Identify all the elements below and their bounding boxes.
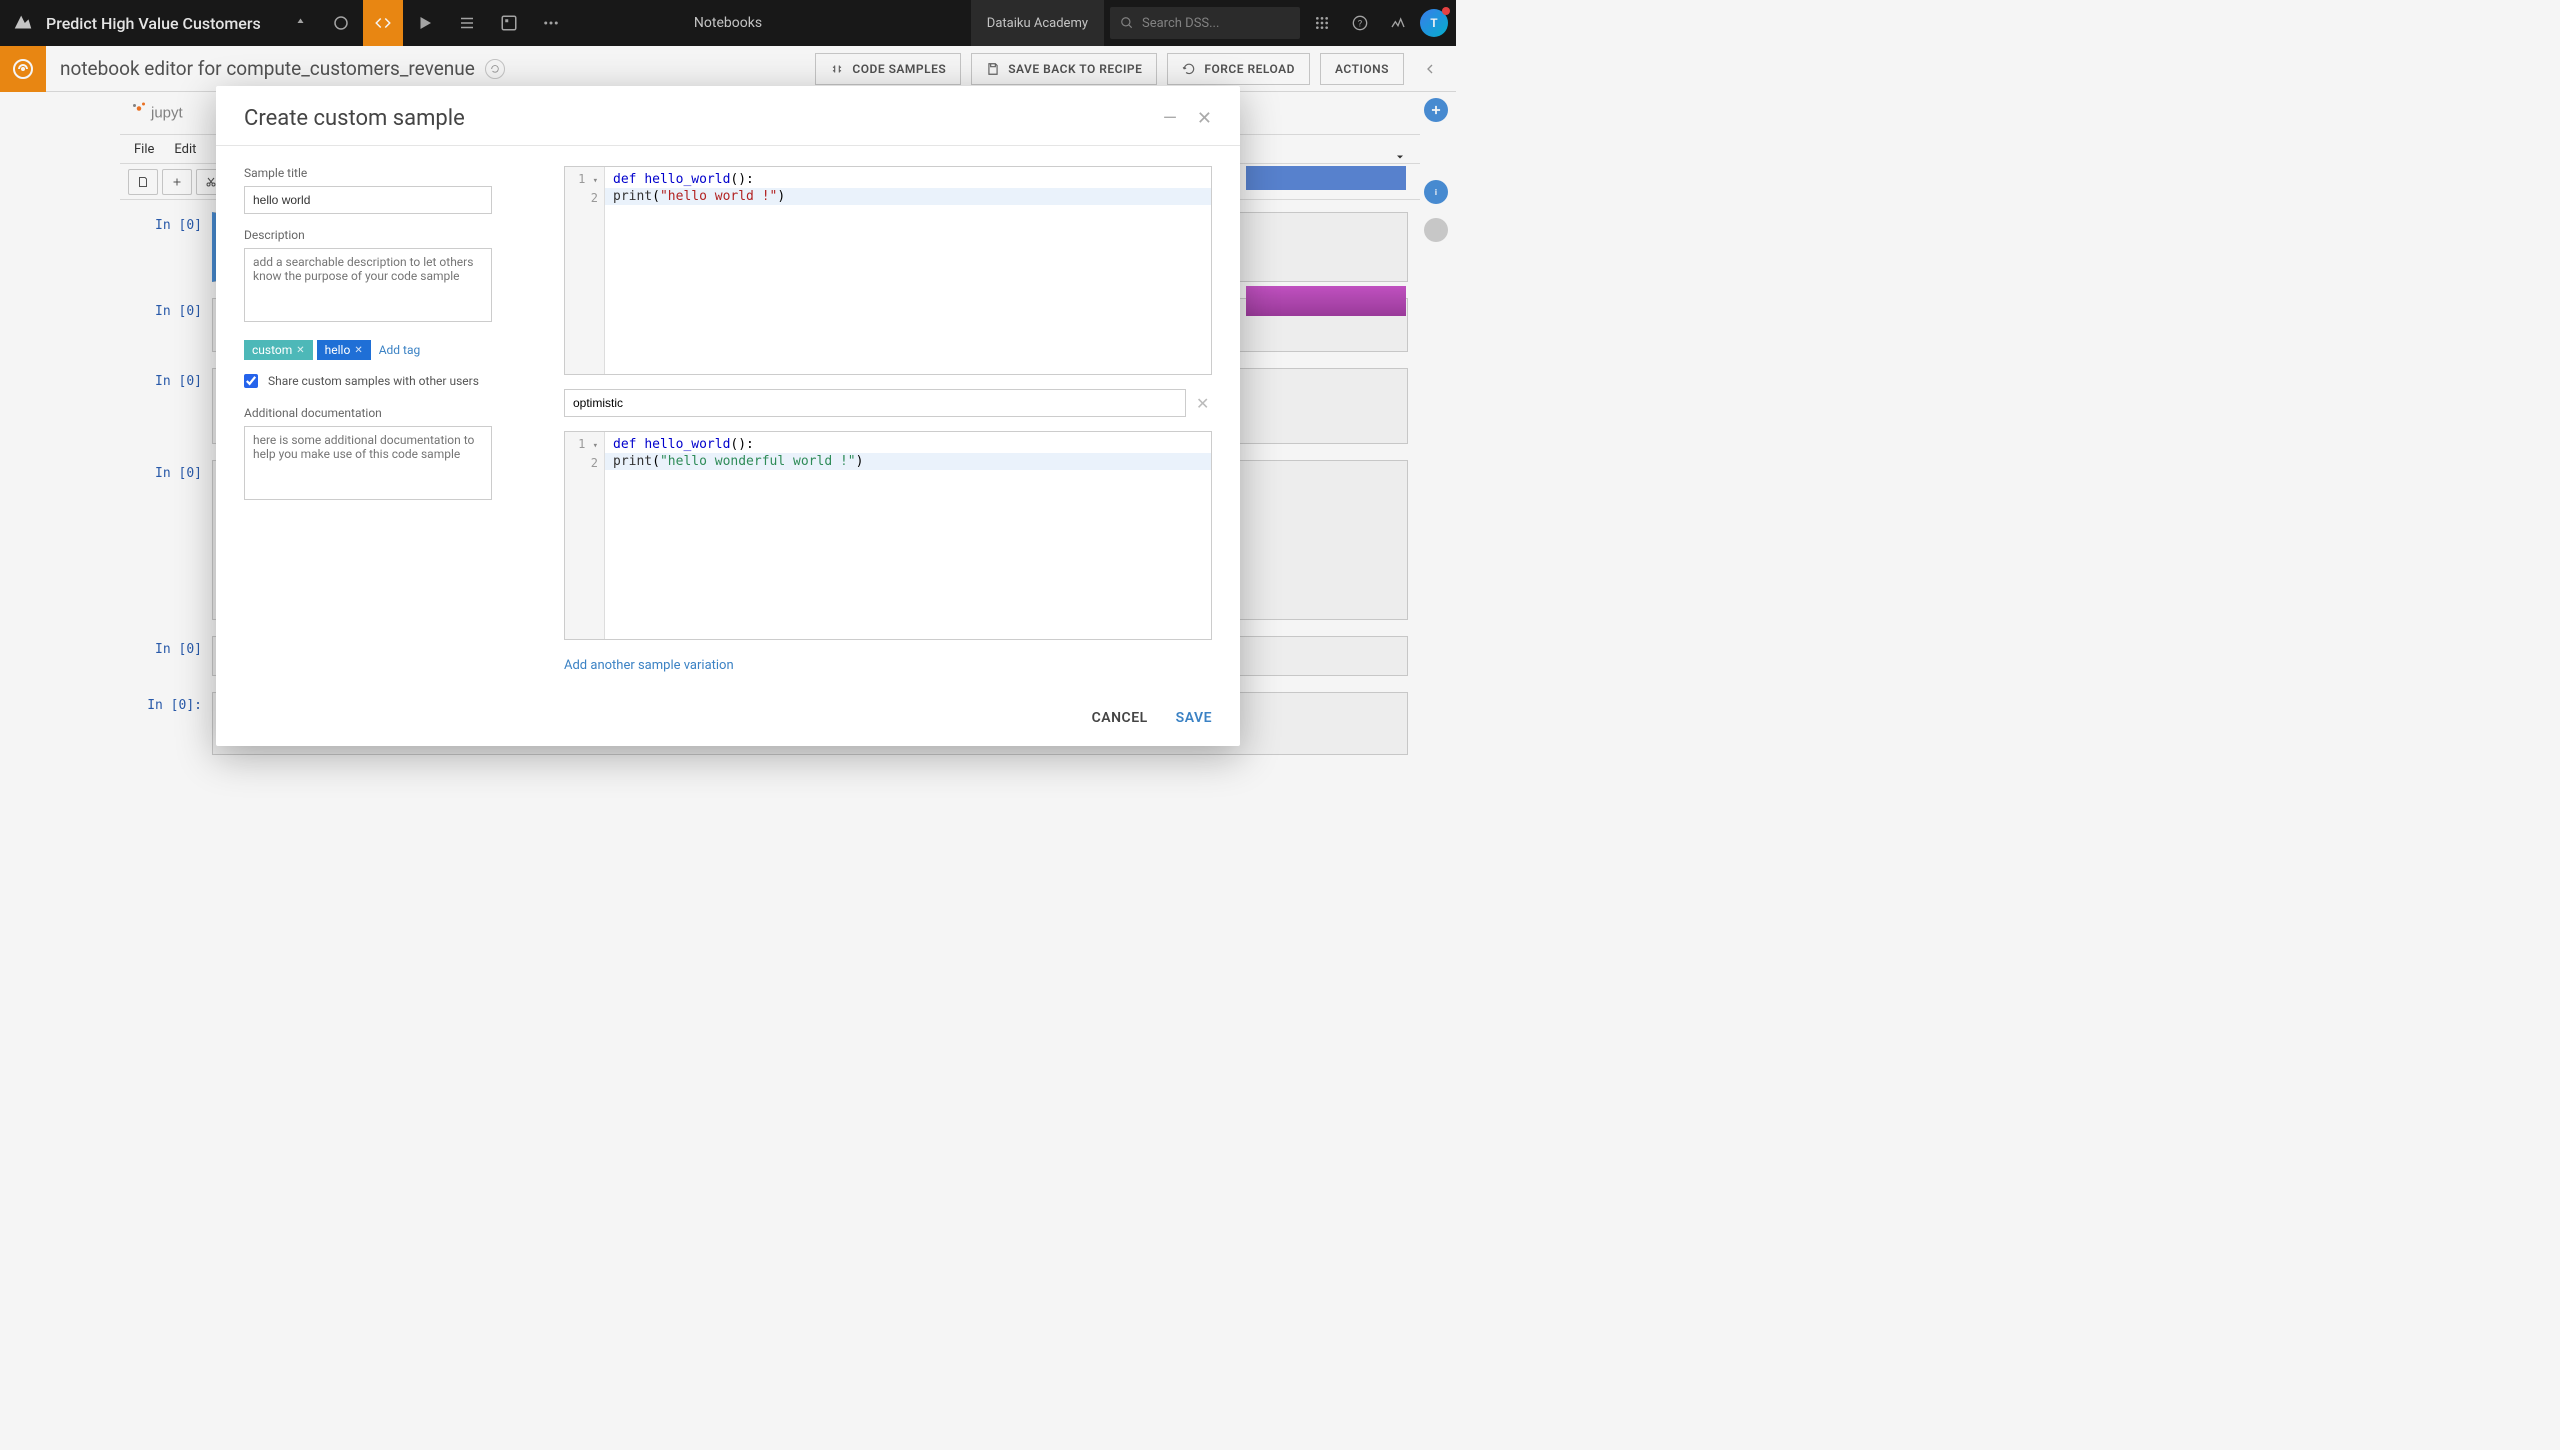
main-code-editor[interactable]: 1 ▾2 def hello_world(): print("hello wor… (564, 166, 1212, 375)
code-content[interactable]: def hello_world(): print("hello world !"… (605, 167, 1211, 374)
modal-header: Create custom sample ― ✕ (216, 86, 1240, 146)
tags-row: custom✕ hello✕ Add tag (244, 340, 524, 360)
code-gutter: 1 ▾2 (565, 167, 605, 374)
description-label: Description (244, 228, 524, 242)
modal-backdrop: Create custom sample ― ✕ Sample title De… (0, 0, 1456, 825)
code-content[interactable]: def hello_world(): print("hello wonderfu… (605, 432, 1211, 639)
additional-doc-textarea[interactable] (244, 426, 492, 500)
variation-code-editor[interactable]: 1 ▾2 def hello_world(): print("hello won… (564, 431, 1212, 640)
add-tag-link[interactable]: Add tag (379, 343, 421, 357)
code-gutter: 1 ▾2 (565, 432, 605, 639)
tag-chip[interactable]: custom✕ (244, 340, 313, 360)
tag-chip[interactable]: hello✕ (317, 340, 371, 360)
close-icon[interactable]: ✕ (1197, 108, 1212, 129)
remove-tag-icon[interactable]: ✕ (296, 345, 304, 356)
create-sample-modal: Create custom sample ― ✕ Sample title De… (216, 86, 1240, 746)
variation-name-input[interactable] (564, 389, 1186, 417)
additional-doc-label: Additional documentation (244, 406, 524, 420)
modal-footer: CANCEL SAVE (216, 693, 1240, 746)
save-button[interactable]: SAVE (1176, 710, 1212, 726)
share-checkbox[interactable] (244, 374, 258, 388)
sample-title-label: Sample title (244, 166, 524, 180)
sample-title-input[interactable] (244, 186, 492, 214)
remove-variation-icon[interactable]: ✕ (1196, 394, 1212, 413)
add-variation-link[interactable]: Add another sample variation (564, 654, 1212, 673)
cancel-button[interactable]: CANCEL (1092, 710, 1148, 726)
remove-tag-icon[interactable]: ✕ (354, 345, 362, 356)
modal-title: Create custom sample (244, 106, 465, 131)
description-textarea[interactable] (244, 248, 492, 322)
share-label: Share custom samples with other users (268, 374, 479, 388)
minimize-icon[interactable]: ― (1163, 108, 1177, 129)
